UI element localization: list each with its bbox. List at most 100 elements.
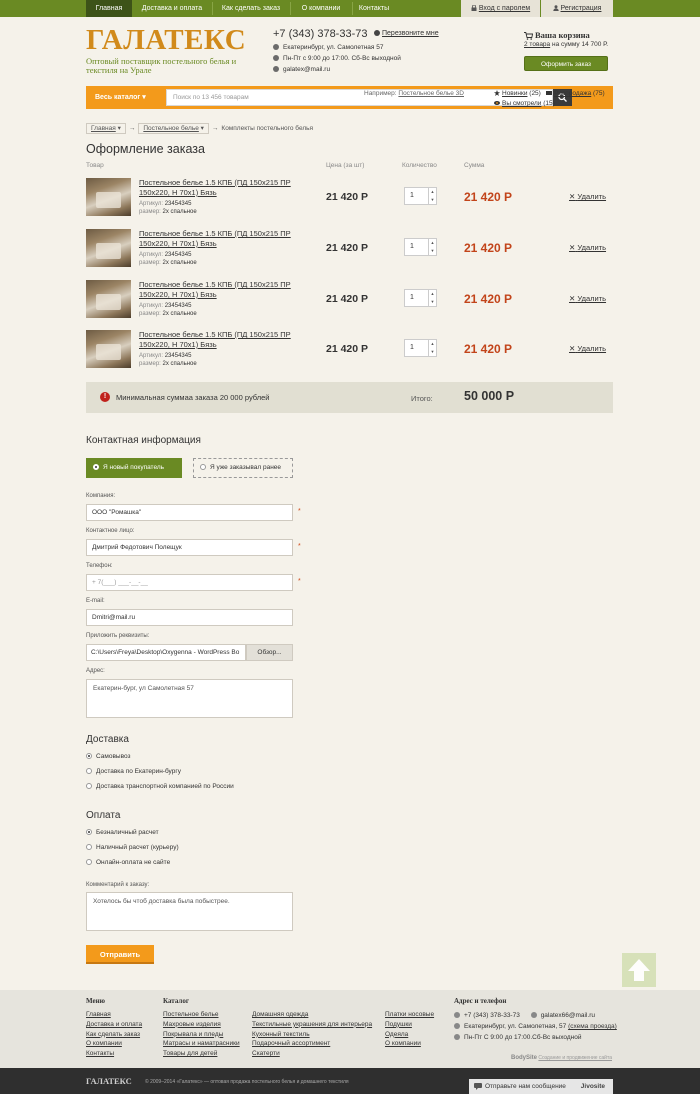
footer-link[interactable]: Главная [86, 1010, 142, 1020]
tab-returning-customer[interactable]: Я уже заказывал ранее [193, 458, 293, 478]
callback-link[interactable]: Перезвоните мне [374, 30, 439, 37]
footer-link[interactable]: Одеяла [385, 1030, 434, 1040]
viewed-link[interactable]: Вы смотрели [502, 100, 541, 107]
footer-link[interactable]: Подарочный ассортимент [252, 1039, 372, 1049]
delivery-option-russia[interactable]: Доставка транспортной компанией по Росси… [86, 783, 234, 790]
remove-button[interactable]: ✕ Удалить [569, 243, 606, 252]
footer-link[interactable]: Товары для детей [163, 1049, 240, 1059]
breadcrumb-bedding[interactable]: Постельное белье ▾ [138, 123, 209, 134]
remove-button[interactable]: ✕ Удалить [569, 344, 606, 353]
quantity-stepper[interactable]: 1 ▲ ▼ [404, 339, 437, 357]
sku-value: 23454345 [164, 353, 192, 359]
footer-link[interactable]: Домашняя одежда [252, 1010, 372, 1020]
sale-link[interactable]: Распродажа [554, 90, 591, 97]
stepper-arrows-icon[interactable]: ▲ ▼ [428, 340, 436, 356]
nav-how-to-order[interactable]: Как сделать заказ [213, 0, 289, 17]
radio-icon [86, 859, 92, 866]
breadcrumb-home-label: Главная [91, 125, 116, 132]
submit-button[interactable]: Отправить [86, 945, 154, 964]
payment-option-cash[interactable]: Наличный расчет (курьеру) [86, 844, 179, 851]
payment-option-cashless[interactable]: Безналичный расчет [86, 829, 159, 836]
footer-link[interactable]: Платки носовые [385, 1010, 434, 1020]
map-link[interactable]: (схема проезда) [568, 1023, 617, 1030]
register-button[interactable]: Регистрация [541, 0, 613, 17]
breadcrumb-current: Комплекты постельного белья [221, 125, 314, 132]
payment-option-online[interactable]: Онлайн-оплата не сайте [86, 859, 170, 866]
phone-field[interactable]: + 7(___) ___-__-__ [86, 574, 293, 591]
product-thumbnail[interactable] [86, 280, 131, 318]
footer-link[interactable]: Матрасы и наматрасники [163, 1039, 240, 1049]
footer-link[interactable]: Постельное белье [163, 1010, 240, 1020]
size-value: 2х спальное [162, 209, 197, 215]
address-textarea[interactable]: Екатерин-бург, ул Самолетная 57 [86, 679, 293, 718]
footer-link[interactable]: Контакты [86, 1049, 142, 1059]
footer-email[interactable]: galatex66@mail.ru [541, 1012, 595, 1019]
footer-link[interactable]: О компании [86, 1039, 142, 1049]
footer-address: Екатеринбург, ул. Самолетная, 57 [464, 1023, 567, 1030]
product-thumbnail[interactable] [86, 330, 131, 368]
breadcrumb-home[interactable]: Главная ▾ [86, 123, 126, 134]
file-path-field[interactable]: C:\Users\Freya\Desktop\Oxygenna - WordPr… [86, 644, 246, 661]
product-name-link[interactable]: Постельное белье 1.5 КПБ (ПД 150х215 ПР … [139, 330, 299, 350]
footer-link[interactable]: Скатерти [252, 1049, 372, 1059]
quantity-stepper[interactable]: 1 ▲ ▼ [404, 238, 437, 256]
nav-about[interactable]: О компании [291, 0, 351, 17]
footer-link[interactable]: О компании [385, 1039, 434, 1049]
checkout-button[interactable]: Оформить заказ [524, 56, 608, 71]
bodysite-caption: Создание и продвижение сайта [538, 1055, 612, 1061]
product-name-link[interactable]: Постельное белье 1.5 КПБ (ПД 150х215 ПР … [139, 280, 299, 300]
footer-link[interactable]: Текстильные украшения для интерьера [252, 1020, 372, 1030]
new-link[interactable]: Новинки [502, 90, 527, 97]
contact-person-field[interactable]: Дмитрий Федотович Полещук [86, 539, 293, 556]
copyright: © 2009–2014 «Галатекс» — оптовая продажа… [145, 1079, 349, 1085]
col-price: Цена (за шт) [326, 162, 365, 169]
cart-title[interactable]: Ваша корзина [524, 30, 590, 40]
footer-link[interactable]: Махровые изделия [163, 1020, 240, 1030]
scroll-to-top-button[interactable] [622, 953, 656, 987]
header-phone: +7 (343) 378-33-73 [273, 28, 368, 40]
product-thumbnail[interactable] [86, 178, 131, 216]
site-logo[interactable]: ГАЛАТЕКС [86, 25, 246, 55]
new-count: (25) [529, 90, 541, 97]
footer-hours: Пн-Пт С 9:00 до 17:00.Сб-Вс выходной [464, 1034, 582, 1041]
quantity-stepper[interactable]: 1 ▲ ▼ [404, 289, 437, 307]
nav-delivery[interactable]: Доставка и оплата [133, 0, 211, 17]
footer-link[interactable]: Кухонный текстиль [252, 1030, 372, 1040]
nav-home[interactable]: Главная [86, 0, 132, 17]
product-name-link[interactable]: Постельное белье 1.5 КПБ (ПД 150х215 ПР … [139, 229, 299, 249]
cart-items-link[interactable]: 2 товара [524, 41, 550, 48]
payment-option-label: Безналичный расчет [96, 829, 159, 836]
company-field[interactable]: ООО "Ромашка" [86, 504, 293, 521]
search-hint-link[interactable]: Постельное белье 3D [398, 90, 464, 97]
bodysite-link[interactable]: BodySite Создание и продвижение сайта [511, 1055, 612, 1061]
header-hours: Пн-Пт с 9:00 до 17:00. Сб-Вс выходной [283, 55, 401, 62]
stepper-arrows-icon[interactable]: ▲ ▼ [428, 239, 436, 255]
login-button[interactable]: Вход с паролем [461, 0, 540, 17]
footer-link[interactable]: Доставка и оплата [86, 1020, 142, 1030]
catalog-dropdown[interactable]: Весь каталог ▾ [86, 86, 161, 109]
stepper-arrows-icon[interactable]: ▲ ▼ [428, 188, 436, 204]
clock-icon [454, 1034, 460, 1041]
email-field[interactable]: Dmitri@mail.ru [86, 609, 293, 626]
tab-new-customer[interactable]: Я новый покупатель [86, 458, 182, 478]
footer-link[interactable]: Подушки [385, 1020, 434, 1030]
delivery-option-pickup[interactable]: Самовывоз [86, 753, 131, 760]
product-thumbnail[interactable] [86, 229, 131, 267]
required-marker: * [298, 508, 301, 515]
remove-button[interactable]: ✕ Удалить [569, 192, 606, 201]
product-meta: Артикул: 23454345 размер: 2х спальное [139, 302, 197, 318]
nav-contacts[interactable]: Контакты [353, 0, 395, 17]
product-name-link[interactable]: Постельное белье 1.5 КПБ (ПД 150х215 ПР … [139, 178, 299, 198]
footer-link[interactable]: Как сделать заказ [86, 1030, 142, 1040]
chat-widget[interactable]: Отправьте нам сообщение Jivosite [469, 1079, 613, 1094]
stepper-arrows-icon[interactable]: ▲ ▼ [428, 290, 436, 306]
remove-button[interactable]: ✕ Удалить [569, 294, 606, 303]
quantity-stepper[interactable]: 1 ▲ ▼ [404, 187, 437, 205]
comment-textarea[interactable]: Хотелось бы чтоб доставка была побыстрее… [86, 892, 293, 931]
close-icon: ✕ [569, 344, 576, 353]
header-email[interactable]: galatex@mail.ru [283, 66, 330, 73]
delivery-option-city[interactable]: Доставка по Екатерин-бургу [86, 768, 181, 775]
delivery-option-label: Доставка по Екатерин-бургу [96, 768, 181, 775]
browse-button[interactable]: Обзор... [246, 644, 293, 661]
footer-link[interactable]: Покрывала и пледы [163, 1030, 240, 1040]
